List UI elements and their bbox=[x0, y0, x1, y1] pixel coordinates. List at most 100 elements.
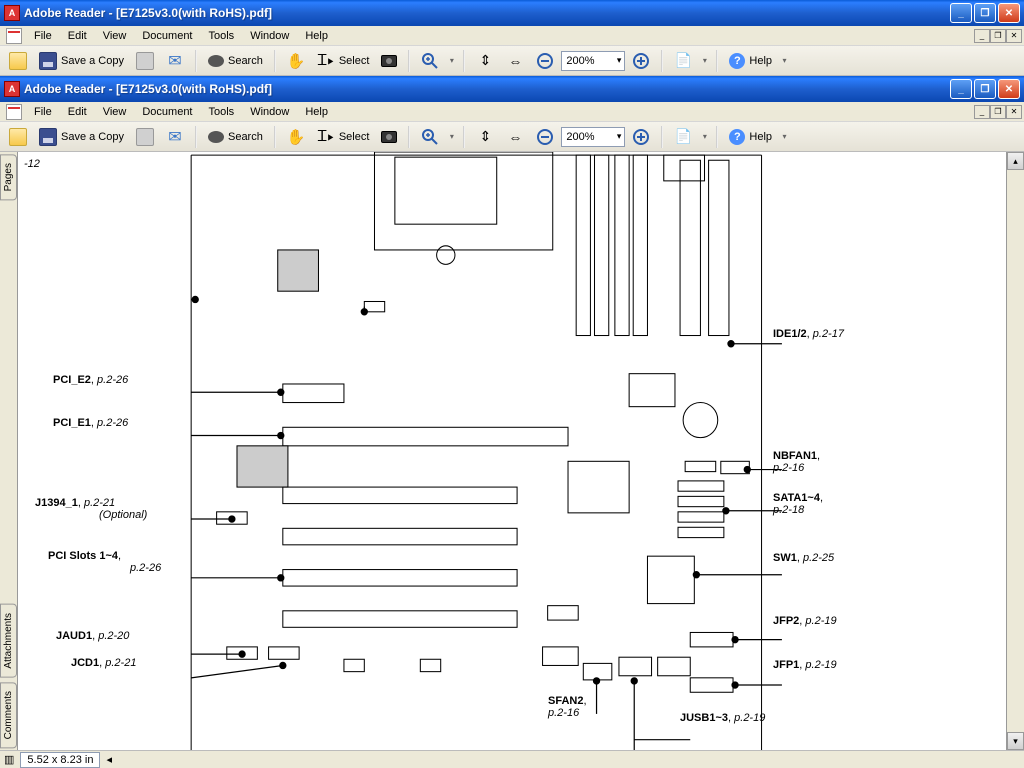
statusbar: ▥ 5.52 x 8.23 in ◂ bbox=[0, 750, 1024, 768]
zoom-out-button[interactable] bbox=[531, 49, 559, 73]
scroll-down-icon[interactable]: ▾ bbox=[1007, 732, 1024, 750]
search-button[interactable]: Search bbox=[203, 49, 268, 73]
tab-pages[interactable]: Pages bbox=[0, 154, 17, 200]
save-copy-button[interactable]: Save a Copy bbox=[34, 125, 129, 149]
select-tool-button[interactable]: Ꮖ▸Select bbox=[312, 125, 375, 149]
camera-icon bbox=[381, 55, 397, 67]
label-jusb: JUSB1~3, p.2-19 bbox=[680, 712, 765, 724]
tab-comments[interactable]: Comments bbox=[0, 682, 17, 748]
menu-file[interactable]: File bbox=[26, 28, 60, 44]
outer-toolbar: Save a Copy ✉ Search ✋ Ꮖ▸Select ⇕ ⇔ 200%… bbox=[0, 46, 1024, 76]
navigation-tabs: Pages Attachments Comments bbox=[0, 152, 18, 750]
email-button[interactable]: ✉ bbox=[161, 49, 189, 73]
select-tool-button[interactable]: Ꮖ▸Select bbox=[312, 49, 375, 73]
outer-titlebar: A Adobe Reader - [E7125v3.0(with RoHS).p… bbox=[0, 0, 1024, 26]
zoom-level-select[interactable]: 200% bbox=[561, 51, 625, 71]
print-button[interactable] bbox=[131, 49, 159, 73]
page-view[interactable]: -12 PCI_E2, p.2-26 PCI_E1, p.2-26 J1394_… bbox=[18, 152, 1006, 750]
menu-view[interactable]: View bbox=[95, 104, 135, 120]
mdi-restore[interactable]: ❐ bbox=[990, 29, 1006, 43]
menu-document[interactable]: Document bbox=[134, 28, 200, 44]
menu-edit[interactable]: Edit bbox=[60, 28, 95, 44]
snapshot-button[interactable] bbox=[376, 125, 402, 149]
inner-menubar: File Edit View Document Tools Window Hel… bbox=[0, 102, 1024, 122]
fit-height-button[interactable]: ⇕ bbox=[471, 125, 499, 149]
mdi-close[interactable]: ✕ bbox=[1006, 105, 1022, 119]
fit-width-button[interactable]: ⇔ bbox=[501, 125, 529, 149]
page-dimensions: 5.52 x 8.23 in bbox=[20, 752, 100, 768]
rotate-button[interactable]: 📄 bbox=[669, 49, 697, 73]
help-button[interactable]: ?Help bbox=[724, 49, 777, 73]
maximize-button[interactable]: ❐ bbox=[974, 79, 996, 99]
document-icon bbox=[6, 28, 22, 44]
window-title: Adobe Reader - [E7125v3.0(with RoHS).pdf… bbox=[24, 82, 950, 96]
mdi-restore[interactable]: ❐ bbox=[990, 105, 1006, 119]
help-label: Help bbox=[749, 131, 772, 143]
fit-width-button[interactable]: ⇔ bbox=[501, 49, 529, 73]
open-button[interactable] bbox=[4, 49, 32, 73]
open-button[interactable] bbox=[4, 125, 32, 149]
hand-tool-button[interactable]: ✋ bbox=[282, 125, 310, 149]
save-icon bbox=[39, 128, 57, 146]
zoom-in-button[interactable] bbox=[416, 125, 444, 149]
zoom-in-icon bbox=[421, 128, 439, 146]
rotate-button[interactable]: 📄 bbox=[669, 125, 697, 149]
page-fragment: -12 bbox=[24, 158, 40, 170]
minimize-button[interactable]: _ bbox=[950, 79, 972, 99]
mdi-minimize[interactable]: _ bbox=[974, 105, 990, 119]
close-button[interactable]: ✕ bbox=[998, 3, 1020, 23]
email-button[interactable]: ✉ bbox=[161, 125, 189, 149]
scroll-left-icon[interactable]: ◂ bbox=[106, 753, 112, 766]
page-layout-icon[interactable]: ▥ bbox=[4, 753, 14, 766]
mdi-close[interactable]: ✕ bbox=[1006, 29, 1022, 43]
help-dropdown[interactable] bbox=[779, 126, 790, 148]
rotate-dropdown[interactable] bbox=[699, 126, 710, 148]
menu-window[interactable]: Window bbox=[242, 28, 297, 44]
maximize-button[interactable]: ❐ bbox=[974, 3, 996, 23]
tab-attachments[interactable]: Attachments bbox=[0, 604, 17, 678]
minimize-button[interactable]: _ bbox=[950, 3, 972, 23]
menu-file[interactable]: File bbox=[26, 104, 60, 120]
scroll-up-icon[interactable]: ▴ bbox=[1007, 152, 1024, 170]
snapshot-button[interactable] bbox=[376, 49, 402, 73]
zoom-plus-button[interactable] bbox=[627, 49, 655, 73]
label-sata: SATA1~4,p.2-18 bbox=[773, 492, 823, 516]
menu-help[interactable]: Help bbox=[297, 104, 336, 120]
label-nbfan1: NBFAN1,p.2-16 bbox=[773, 450, 820, 474]
zoom-in-button[interactable] bbox=[416, 49, 444, 73]
menu-window[interactable]: Window bbox=[242, 104, 297, 120]
help-icon: ? bbox=[729, 53, 745, 69]
zoom-plus-button[interactable] bbox=[627, 125, 655, 149]
label-jcd1: JCD1, p.2-21 bbox=[71, 657, 136, 669]
menu-document[interactable]: Document bbox=[134, 104, 200, 120]
label-j1394: J1394_1, p.2-21(Optional) bbox=[35, 497, 147, 521]
binoculars-icon bbox=[208, 131, 224, 143]
menu-tools[interactable]: Tools bbox=[201, 28, 243, 44]
zoom-out-button[interactable] bbox=[531, 125, 559, 149]
help-dropdown[interactable] bbox=[779, 50, 790, 72]
save-copy-button[interactable]: Save a Copy bbox=[34, 49, 129, 73]
rotate-dropdown[interactable] bbox=[699, 50, 710, 72]
label-pci-e2: PCI_E2, p.2-26 bbox=[53, 374, 128, 386]
label-jaud1: JAUD1, p.2-20 bbox=[56, 630, 129, 642]
vertical-scrollbar[interactable]: ▴ ▾ bbox=[1006, 152, 1024, 750]
mdi-minimize[interactable]: _ bbox=[974, 29, 990, 43]
menu-edit[interactable]: Edit bbox=[60, 104, 95, 120]
close-button[interactable]: ✕ bbox=[998, 79, 1020, 99]
fit-width-icon: ⇔ bbox=[506, 128, 524, 146]
print-icon bbox=[136, 52, 154, 70]
zoom-tool-dropdown[interactable] bbox=[446, 126, 457, 148]
print-button[interactable] bbox=[131, 125, 159, 149]
menu-help[interactable]: Help bbox=[297, 28, 336, 44]
label-sw1: SW1, p.2-25 bbox=[773, 552, 834, 564]
fit-height-button[interactable]: ⇕ bbox=[471, 49, 499, 73]
menu-tools[interactable]: Tools bbox=[201, 104, 243, 120]
zoom-level-select[interactable]: 200% bbox=[561, 127, 625, 147]
hand-tool-button[interactable]: ✋ bbox=[282, 49, 310, 73]
menu-view[interactable]: View bbox=[95, 28, 135, 44]
zoom-tool-dropdown[interactable] bbox=[446, 50, 457, 72]
help-button[interactable]: ?Help bbox=[724, 125, 777, 149]
zoom-out-icon bbox=[536, 52, 554, 70]
camera-icon bbox=[381, 131, 397, 143]
search-button[interactable]: Search bbox=[203, 125, 268, 149]
